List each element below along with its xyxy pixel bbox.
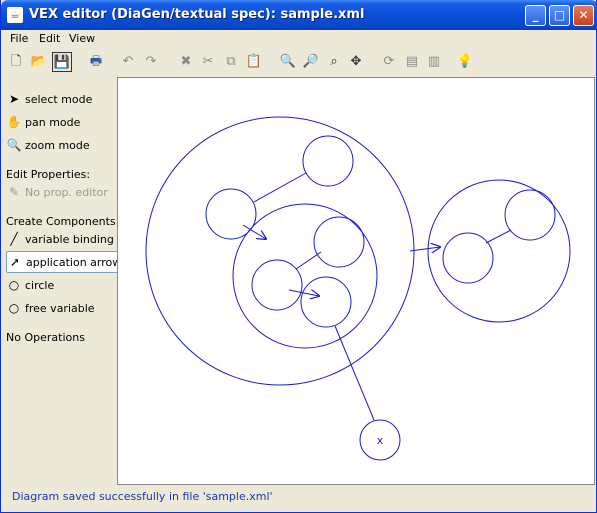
minimize-button[interactable]: _ [525,5,546,26]
refresh-icon[interactable]: ⟳ [379,52,399,72]
zoom-mode-label: zoom mode [25,139,90,152]
copy-icon[interactable]: ⧉ [221,52,241,72]
operations-label: No Operations [6,331,85,344]
variable-binding-label: variable binding [25,233,114,246]
prop-editor-button[interactable]: ✎ No prop. editor [6,182,108,202]
window-title: VEX editor (DiaGen/textual spec): sample… [29,7,365,22]
circle-right-bottom[interactable] [442,232,494,284]
circle-label: circle [25,279,55,292]
pan-mode-label: pan mode [25,116,81,129]
binding-line-top[interactable] [253,172,307,203]
binding-line-middle[interactable] [295,251,322,270]
free-variable-button[interactable]: ○ free variable [6,298,95,318]
sidebar: ➤ select mode ✋ pan mode 🔍 zoom mode Edit P… [2,77,127,484]
diagram-canvas[interactable]: x [117,77,595,485]
zoom-out-icon[interactable]: 🔎 [301,52,321,72]
edit-icon: ✎ [8,185,20,199]
binding-line-right[interactable] [485,229,512,244]
delete-icon[interactable]: ✖ [176,52,196,72]
hint-icon[interactable]: 💡 [455,52,475,72]
menu-bar: File Edit View [2,30,596,48]
title-bar[interactable]: ☕ VEX editor (DiaGen/textual spec): samp… [1,0,597,30]
export-icon[interactable]: ▤ [402,52,422,72]
redo-icon[interactable]: ↷ [141,52,161,72]
circle-middle-top[interactable] [313,216,365,268]
new-icon[interactable]: 🗋 [6,52,26,72]
free-variable-icon: ○ [8,301,20,315]
hand-icon: ✋ [6,115,22,129]
close-button[interactable]: ✕ [573,5,594,26]
magnifier-icon: 🔍 [6,138,22,152]
outer-circle-right[interactable] [427,179,571,323]
maximize-button[interactable]: □ [549,5,570,26]
open-icon[interactable]: 📂 [29,52,49,72]
move-icon[interactable]: ✥ [346,52,366,72]
free-variable-label: free variable [25,302,95,315]
free-variable-label-x: x [377,434,384,447]
editor-window: ☕ VEX editor (DiaGen/textual spec): samp… [0,0,597,513]
application-arrow-1[interactable] [242,224,266,239]
pointer-icon: ➤ [8,92,20,106]
status-bar: Diagram saved successfully in file 'samp… [2,486,596,508]
edit-properties-heading: Edit Properties: [6,168,91,181]
create-components-heading: Create Components: [6,215,120,228]
select-mode-label: select mode [25,93,93,106]
arrow-icon: ➚ [9,255,21,269]
outer-circle-left[interactable] [145,116,415,386]
status-message: Diagram saved successfully in file 'samp… [12,490,273,503]
zoom-fit-icon[interactable]: ⌕ [324,52,344,72]
circle-middle-right[interactable] [300,276,352,328]
circle-right-top[interactable] [504,189,556,241]
application-arrow-button[interactable]: ➚ application arrow [6,251,127,273]
menu-view[interactable]: View [69,32,95,45]
zoom-mode-button[interactable]: 🔍 zoom mode [6,135,90,155]
pan-mode-button[interactable]: ✋ pan mode [6,112,81,132]
middle-circle[interactable] [232,203,378,349]
cut-icon[interactable]: ✂ [198,52,218,72]
binding-line-x[interactable] [334,325,375,421]
application-arrow-3[interactable] [409,247,440,251]
zoom-in-icon[interactable]: 🔍 [278,52,298,72]
menu-file[interactable]: File [10,32,28,45]
circle-top[interactable] [302,135,354,187]
application-arrow-label: application arrow [26,256,122,269]
paste-icon[interactable]: 📋 [244,52,264,72]
java-icon: ☕ [7,7,23,23]
circle-middle-left[interactable] [251,259,303,311]
print-icon[interactable]: 🖶 [86,52,106,72]
diagram-svg: x [145,116,571,461]
variable-binding-button[interactable]: ╱ variable binding [6,229,114,249]
circle-button[interactable]: ○ circle [6,275,55,295]
circle-icon: ○ [8,278,20,292]
undo-icon[interactable]: ↶ [118,52,138,72]
toolbar: 🗋 📂 💾 🖶 ↶ ↷ ✖ ✂ ⧉ 📋 🔍 🔎 ⌕ ✥ ⟳ ▤ ▥ 💡 [2,49,596,76]
select-mode-button[interactable]: ➤ select mode [6,89,92,109]
menu-edit[interactable]: Edit [39,32,60,45]
line-icon: ╱ [10,232,18,246]
save-icon[interactable]: 💾 [52,52,72,72]
prop-editor-label: No prop. editor [25,186,108,199]
import-icon[interactable]: ▥ [424,52,444,72]
